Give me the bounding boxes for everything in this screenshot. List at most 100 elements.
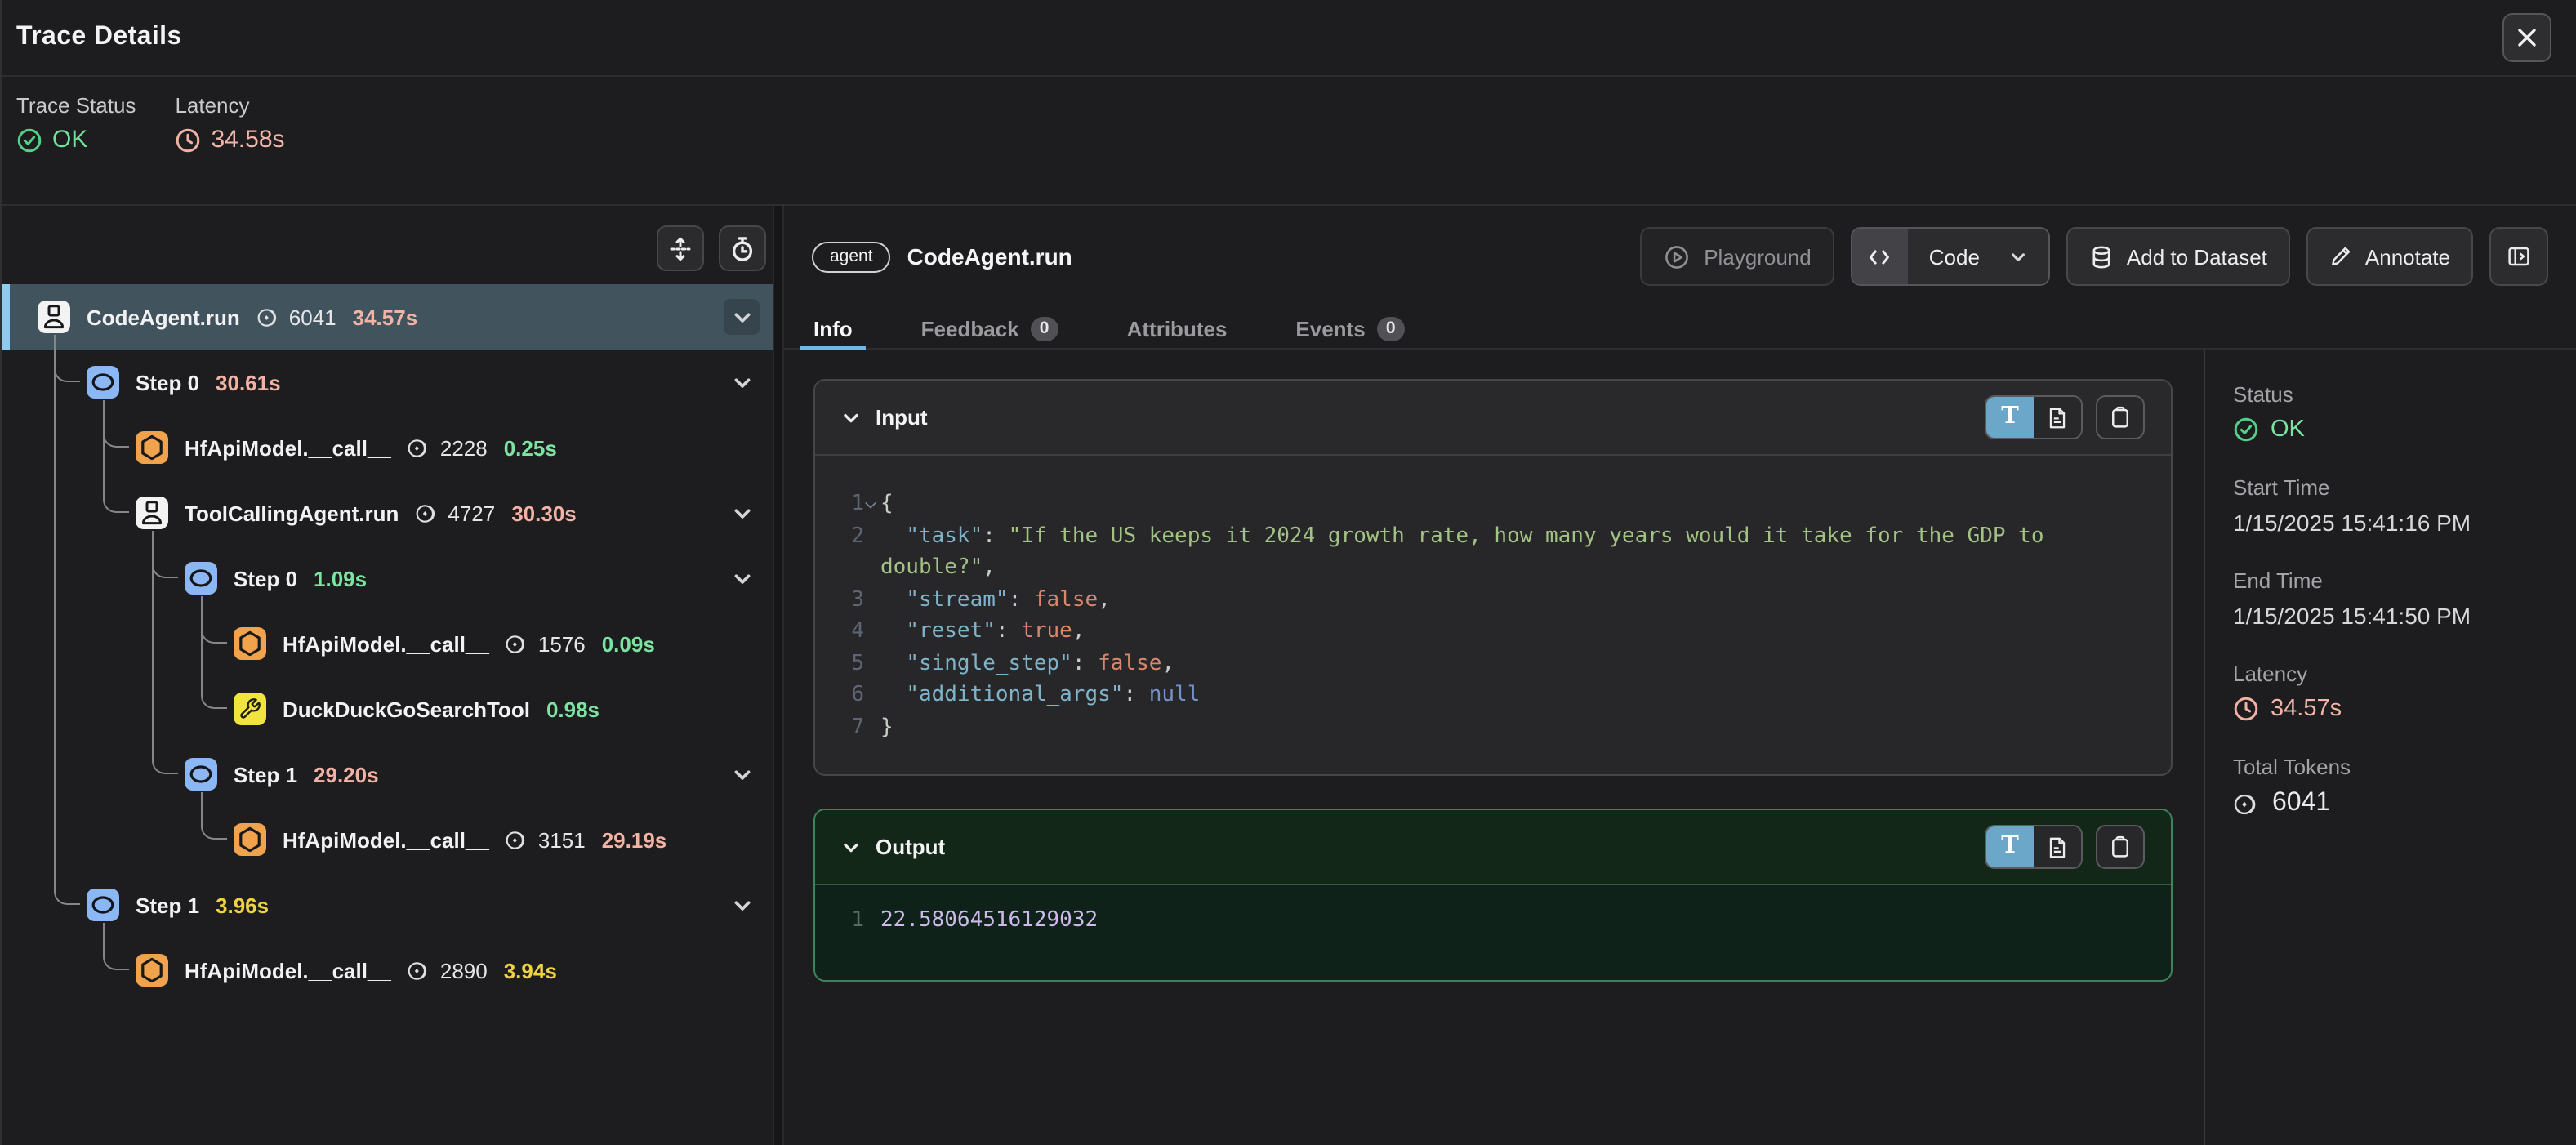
span-tree: CodeAgent.run604134.57sStep 030.61sHfApi… [2,284,773,1003]
span-latency: 30.30s [511,501,577,525]
output-card-header[interactable]: Output T [815,810,2171,885]
collapse-row-button[interactable] [724,299,760,335]
text-view-toggle[interactable]: T [1986,397,2034,438]
latency-group: Latency 34.57s [2233,662,2560,722]
dialog-title: Trace Details [16,23,182,52]
span-kind-badge: agent [812,241,891,272]
text-icon: T [2001,406,2019,430]
code-dropdown-button[interactable]: Code [1851,227,2050,286]
span-tree-row[interactable]: Step 129.20s [2,742,773,807]
tokens-icon [2233,790,2261,818]
agent-icon [38,301,70,333]
code-line: 6 "additional_args": null [831,679,2138,711]
output-code-block[interactable]: 1 22.58064516129032 [815,885,2171,979]
text-view-toggle[interactable]: T [1986,826,2034,867]
span-tree-row[interactable]: HfApiModel.__call__15760.09s [2,611,773,676]
span-latency: 30.61s [216,370,281,394]
tree-toolbar [657,225,766,271]
tree-connector [201,596,227,709]
tokens-icon [415,501,439,525]
collapse-chevron-icon [841,837,861,857]
llm-icon [136,431,168,464]
tab-count-badge: 0 [1031,316,1058,341]
tree-connector [54,335,80,905]
code-line: 7} [831,711,2138,743]
tab-info[interactable]: Info [800,307,866,350]
span-tree-row[interactable]: Step 01.09s [2,546,773,611]
output-card-title: Output [876,835,945,859]
check-circle-icon [16,127,42,153]
close-button[interactable] [2502,13,2551,62]
tokens-icon [408,435,432,460]
status-value: OK [2233,417,2560,443]
line-number: 5 [831,648,864,679]
clipboard-icon [2109,405,2132,430]
output-view-toggle: T [1985,825,2083,869]
tree-connector [103,400,129,513]
token-count: 2228 [408,435,488,460]
total-tokens-value: 6041 [2233,789,2560,818]
span-detail-panel: agent CodeAgent.run Playground [784,206,2576,1145]
trace-latency-label: Latency [175,93,284,118]
chevron-down-icon [731,764,752,785]
span-tree-row[interactable]: DuckDuckGoSearchTool0.98s [2,676,773,742]
document-icon [2047,406,2068,429]
annotate-button[interactable]: Annotate [2306,227,2473,286]
copy-input-button[interactable] [2096,395,2145,439]
add-to-dataset-button[interactable]: Add to Dataset [2066,227,2290,286]
span-tree-row[interactable]: HfApiModel.__call__315129.19s [2,807,773,872]
input-card-header[interactable]: Input T [815,381,2171,456]
code-line: 3 "stream": false, [831,584,2138,616]
toggle-side-panel-button[interactable] [2489,227,2548,286]
step-icon [185,562,217,595]
copy-output-button[interactable] [2096,825,2145,869]
code-dropdown-label: Code [1929,244,1980,269]
collapse-row-button[interactable] [724,495,760,531]
chevron-down-icon [2009,247,2027,265]
formatted-view-toggle[interactable] [2034,397,2081,438]
start-time-group: Start Time 1/15/2025 15:41:16 PM [2233,475,2560,536]
span-name: Step 1 [234,762,297,786]
tab-count-badge: 0 [1377,316,1405,341]
tree-connector [103,923,129,970]
expand-collapse-button[interactable] [657,225,704,271]
trace-details-dialog: Trace Details Trace Status OK Latency [0,0,2576,1145]
tab-attributes[interactable]: Attributes [1114,307,1241,350]
end-time-label: End Time [2233,568,2560,593]
tokens-icon [256,305,281,329]
input-card-title: Input [876,405,928,430]
tree-connector [152,531,178,774]
step-icon [185,758,217,791]
collapse-row-button[interactable] [724,364,760,400]
tab-feedback[interactable]: Feedback0 [908,307,1072,350]
span-tree-row[interactable]: CodeAgent.run604134.57s [2,284,773,350]
line-number: 3 [831,584,864,616]
fold-caret-icon[interactable] [865,497,876,509]
collapse-row-button[interactable] [724,560,760,596]
span-name: HfApiModel.__call__ [283,827,489,852]
trace-latency-block: Latency 34.58s [175,93,284,204]
tokens-icon [506,631,530,656]
formatted-view-toggle[interactable] [2034,826,2081,867]
panel-resize-handle[interactable] [773,206,784,1145]
input-code-block[interactable]: 1{2 "task": "If the US keeps it 2024 gro… [815,456,2171,774]
input-view-toggle: T [1985,395,2083,439]
text-icon: T [2001,835,2019,859]
dialog-header: Trace Details [2,0,2576,77]
timeline-button[interactable] [719,225,766,271]
span-latency: 34.57s [353,305,418,329]
document-icon [2047,835,2068,858]
line-number: 1 [831,488,864,520]
span-name: HfApiModel.__call__ [185,435,391,460]
tab-events[interactable]: Events0 [1282,307,1417,350]
stopwatch-icon [729,234,756,262]
trace-latency-value: 34.58s [175,126,284,154]
playground-button[interactable]: Playground [1640,227,1834,286]
collapse-row-button[interactable] [724,756,760,792]
collapse-row-button[interactable] [724,887,760,923]
end-time-group: End Time 1/15/2025 15:41:50 PM [2233,568,2560,629]
span-name: CodeAgent.run [87,305,240,329]
panel-right-icon [2506,243,2532,270]
check-circle-icon [2233,417,2259,443]
output-value: 22.58064516129032 [880,905,2138,937]
